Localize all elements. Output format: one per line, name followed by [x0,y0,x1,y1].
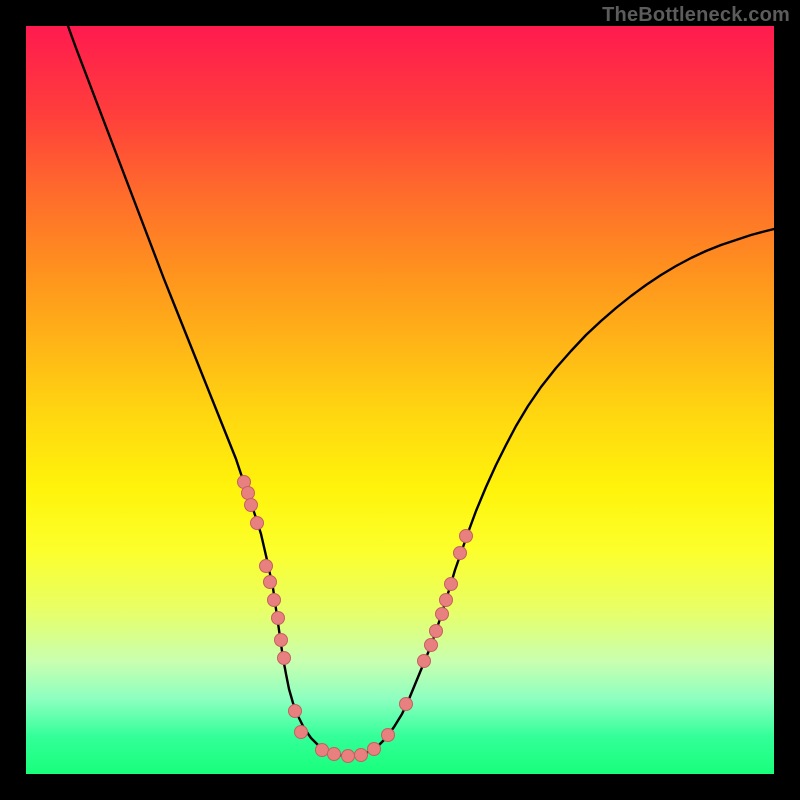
watermark-text: TheBottleneck.com [602,4,790,27]
data-marker [424,638,438,652]
data-marker [288,704,302,718]
data-marker [354,748,368,762]
data-marker [429,624,443,638]
data-marker [259,559,273,573]
data-marker [263,575,277,589]
data-marker [439,593,453,607]
data-marker [459,529,473,543]
bottleneck-curve [68,26,774,756]
data-marker [267,593,281,607]
data-marker [381,728,395,742]
data-marker [367,742,381,756]
data-marker [417,654,431,668]
data-marker [399,697,413,711]
data-marker [271,611,285,625]
data-marker [250,516,264,530]
data-marker [274,633,288,647]
chart-frame: TheBottleneck.com [0,0,800,800]
plot-area [26,26,774,774]
data-marker [277,651,291,665]
data-marker [435,607,449,621]
data-marker [244,498,258,512]
data-marker [453,546,467,560]
data-marker [444,577,458,591]
data-marker [294,725,308,739]
data-marker [341,749,355,763]
data-marker [327,747,341,761]
curve-svg [26,26,774,774]
